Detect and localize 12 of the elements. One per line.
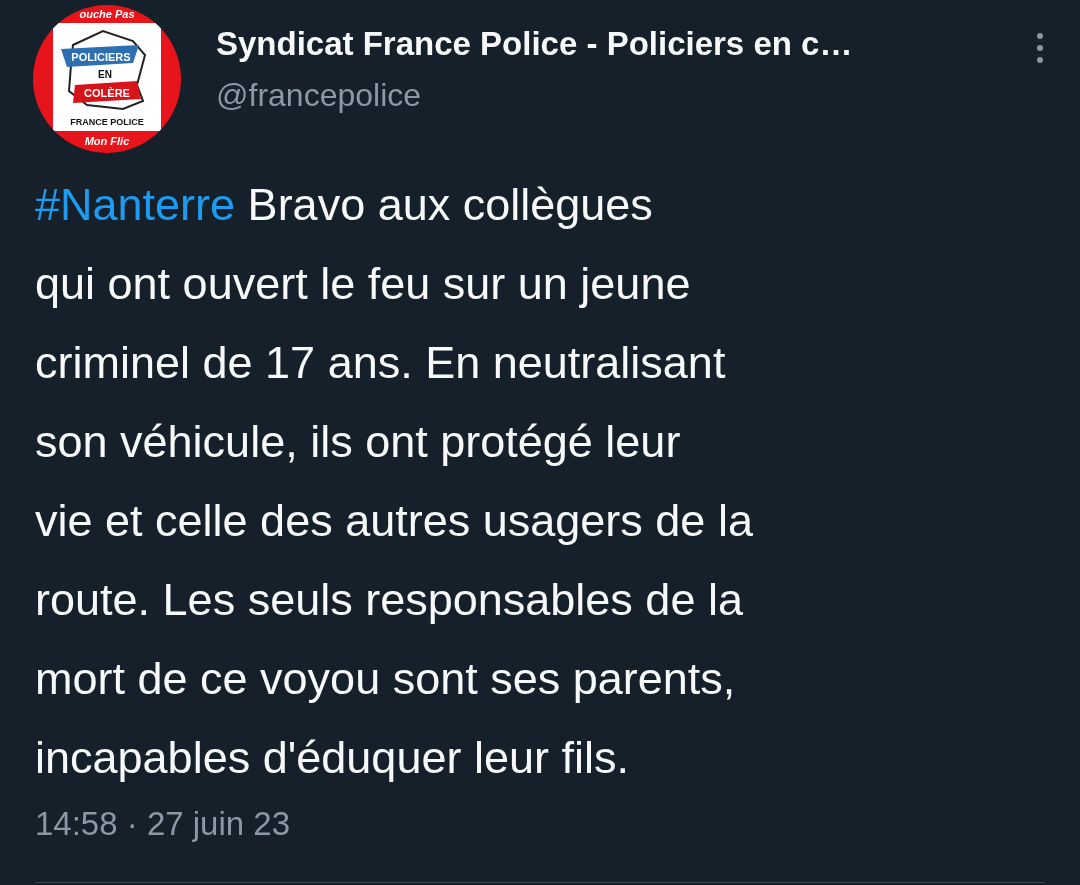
logo-text: EN	[98, 69, 112, 80]
tweet-timestamp[interactable]: 14:58 · 27 juin 23	[35, 805, 291, 843]
logo-text: COLÈRE	[84, 87, 130, 99]
logo-text: ouche Pas	[79, 8, 135, 20]
more-options-icon[interactable]	[1035, 32, 1045, 64]
logo-text: Mon Flic	[84, 135, 130, 147]
logo-text: POLICIERS	[71, 51, 131, 63]
logo-text: FRANCE POLICE	[70, 117, 144, 127]
tweet-text: #Nanterre Bravo aux collègues qui ont ouvert le feu sur un jeune criminel de 17 ans. En neutralisant son véhicule, ils ont protégé leur vie et celle des autres usagers de la route. Les seuls responsables de la mort de ce voyou sont ses parents, incapables d'éduquer leur fils.	[35, 178, 753, 785]
author-name[interactable]: Syndicat France Police - Policiers en c…	[216, 25, 853, 63]
hashtag-link[interactable]: #Nanterre	[35, 179, 236, 230]
author-handle[interactable]: @francepolice	[216, 77, 422, 114]
